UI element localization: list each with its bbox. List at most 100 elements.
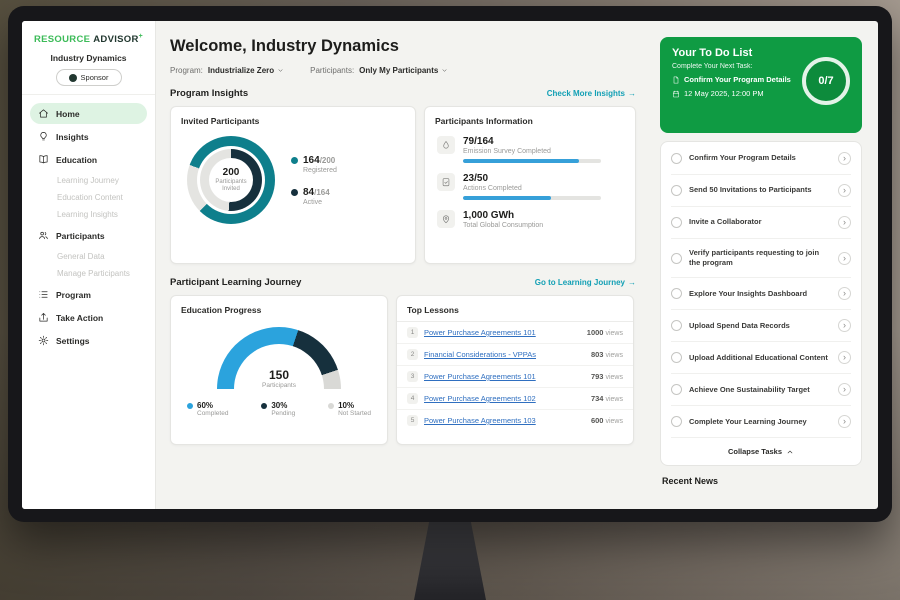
sidebar: RESOURCEADVISOR+ Industry Dynamics Spons… <box>22 21 156 509</box>
desk-background: RESOURCEADVISOR+ Industry Dynamics Spons… <box>0 0 900 600</box>
collapse-tasks-link[interactable]: Collapse Tasks <box>671 438 851 464</box>
task-item[interactable]: Upload Additional Educational Content › <box>671 342 851 374</box>
checkbox-icon[interactable] <box>671 217 682 228</box>
card-title: Invited Participants <box>171 107 415 126</box>
check-more-insights-link[interactable]: Check More Insights → <box>547 89 636 98</box>
legend-total: /200 <box>320 156 336 165</box>
task-label: Send 50 Invitations to Participants <box>689 185 831 195</box>
legend-dot <box>261 403 267 409</box>
sidebar-item-label: General Data <box>57 252 105 261</box>
donut-legend: 164/200 Registered 84/164 Active <box>291 155 337 206</box>
chevron-down-icon <box>277 67 284 74</box>
sidebar-item-general-data[interactable]: General Data <box>30 248 147 265</box>
program-filter-label: Program: <box>170 66 203 75</box>
chevron-right-icon[interactable]: › <box>838 216 851 229</box>
check-more-insights-label: Check More Insights <box>547 89 625 98</box>
lesson-views-unit: views <box>605 330 623 337</box>
stat-global-consumption: 1,000 GWh Total Global Consumption <box>425 200 635 229</box>
chevron-up-icon <box>786 448 794 456</box>
card-title: Education Progress <box>171 296 387 315</box>
stat-label: Total Global Consumption <box>463 222 543 229</box>
checkbox-icon[interactable] <box>671 288 682 299</box>
checkbox-icon[interactable] <box>671 253 682 264</box>
participants-filter-dropdown[interactable]: Only My Participants <box>359 66 448 75</box>
chevron-right-icon[interactable]: › <box>838 383 851 396</box>
legend-value: 164 <box>303 155 320 166</box>
legend-item-completed: 60% Completed <box>187 401 228 417</box>
sidebar-item-settings[interactable]: Settings <box>30 330 147 351</box>
task-item[interactable]: Upload Spend Data Records › <box>671 310 851 342</box>
sidebar-item-education[interactable]: Education <box>30 149 147 170</box>
progress-bar <box>463 196 601 200</box>
task-item[interactable]: Invite a Collaborator › <box>671 207 851 239</box>
main-content: Welcome, Industry Dynamics Program: Indu… <box>156 21 650 509</box>
sidebar-divider <box>22 94 155 95</box>
arrow-right-icon: → <box>628 89 636 98</box>
task-item[interactable]: Achieve One Sustainability Target › <box>671 374 851 406</box>
chevron-right-icon[interactable]: › <box>838 415 851 428</box>
lesson-rank: 2 <box>407 349 418 360</box>
checkbox-icon[interactable] <box>671 352 682 363</box>
checkbox-icon[interactable] <box>671 416 682 427</box>
program-filter-dropdown[interactable]: Industrialize Zero <box>208 66 284 75</box>
sidebar-item-label: Program <box>56 290 91 300</box>
sidebar-item-education-content[interactable]: Education Content <box>30 189 147 206</box>
checkbox-icon[interactable] <box>671 384 682 395</box>
task-item[interactable]: Explore Your Insights Dashboard › <box>671 278 851 310</box>
education-progress-gauge: 150 Participants <box>217 327 341 389</box>
task-label: Complete Your Learning Journey <box>689 417 831 427</box>
legend-label: Pending <box>271 410 295 417</box>
sidebar-item-insights[interactable]: Insights <box>30 126 147 147</box>
sponsor-badge[interactable]: Sponsor <box>56 69 122 86</box>
task-item[interactable]: Send 50 Invitations to Participants › <box>671 175 851 207</box>
chevron-right-icon[interactable]: › <box>838 287 851 300</box>
chevron-right-icon[interactable]: › <box>838 319 851 332</box>
sidebar-item-learning-insights[interactable]: Learning Insights <box>30 206 147 223</box>
participants-filter-label: Participants: <box>310 66 354 75</box>
todo-next-task-label: Confirm Your Program Details <box>684 75 791 84</box>
legend-total: /164 <box>314 188 330 197</box>
lesson-link[interactable]: Power Purchase Agreements 101 <box>424 372 585 381</box>
org-name: Industry Dynamics <box>22 53 155 63</box>
sidebar-nav: Home Insights Education Learning Journey… <box>22 99 155 355</box>
checkbox-icon[interactable] <box>671 320 682 331</box>
task-label: Explore Your Insights Dashboard <box>689 289 831 299</box>
filters-bar: Program: Industrialize Zero Participants… <box>170 66 636 75</box>
sidebar-item-manage-participants[interactable]: Manage Participants <box>30 265 147 282</box>
lesson-link[interactable]: Power Purchase Agreements 103 <box>424 416 585 425</box>
sidebar-item-learning-journey[interactable]: Learning Journey <box>30 172 147 189</box>
task-item[interactable]: Confirm Your Program Details › <box>671 143 851 175</box>
lesson-link[interactable]: Power Purchase Agreements 102 <box>424 394 585 403</box>
lesson-views-unit: views <box>605 418 623 425</box>
learning-journey-header: Participant Learning Journey Go to Learn… <box>170 277 636 288</box>
task-item[interactable]: Complete Your Learning Journey › <box>671 406 851 438</box>
chevron-right-icon[interactable]: › <box>838 351 851 364</box>
go-to-learning-journey-link[interactable]: Go to Learning Journey → <box>535 278 636 287</box>
chevron-right-icon[interactable]: › <box>838 252 851 265</box>
dashboard-screen: RESOURCEADVISOR+ Industry Dynamics Spons… <box>22 21 878 509</box>
sidebar-item-label: Learning Insights <box>57 210 118 219</box>
gear-icon <box>38 335 49 346</box>
legend-label: Completed <box>197 410 228 417</box>
lesson-link[interactable]: Financial Considerations - VPPAs <box>424 350 585 359</box>
task-label: Verify participants requesting to join t… <box>689 248 831 268</box>
lesson-rank: 5 <box>407 415 418 426</box>
checkbox-icon[interactable] <box>671 185 682 196</box>
checkbox-icon[interactable] <box>671 153 682 164</box>
todo-progress-ring: 0/7 <box>802 57 850 105</box>
legend-label: Registered <box>303 167 337 174</box>
lesson-link[interactable]: Power Purchase Agreements 101 <box>424 328 581 337</box>
legend-dot <box>291 189 298 196</box>
sidebar-item-participants[interactable]: Participants <box>30 225 147 246</box>
legend-label: Not Started <box>338 410 371 417</box>
donut-center-value: 200 <box>223 167 240 178</box>
sidebar-item-home[interactable]: Home <box>30 103 147 124</box>
chevron-right-icon[interactable]: › <box>838 152 851 165</box>
sidebar-item-take-action[interactable]: Take Action <box>30 307 147 328</box>
task-item[interactable]: Verify participants requesting to join t… <box>671 239 851 278</box>
sidebar-item-program[interactable]: Program <box>30 284 147 305</box>
location-pin-icon <box>441 214 451 224</box>
program-insights-header: Program Insights Check More Insights → <box>170 88 636 99</box>
chevron-right-icon[interactable]: › <box>838 184 851 197</box>
task-label: Upload Spend Data Records <box>689 321 831 331</box>
